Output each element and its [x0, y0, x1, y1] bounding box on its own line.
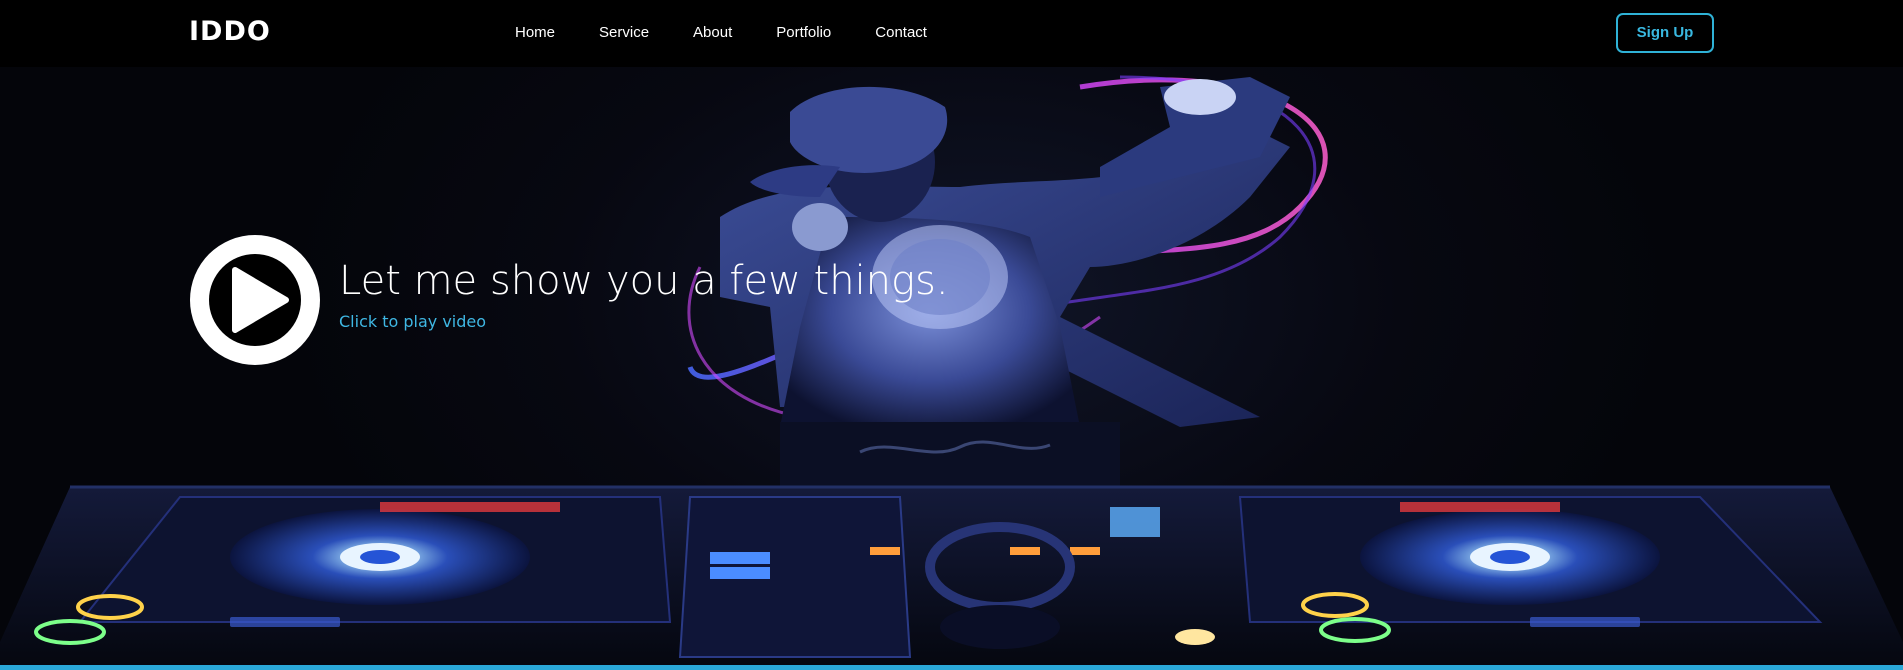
nav-home[interactable]: Home — [515, 24, 555, 41]
logo[interactable]: IDDO — [189, 16, 271, 47]
hero-bottom-border — [0, 665, 1903, 670]
nav-portfolio[interactable]: Portfolio — [776, 24, 831, 41]
nav-service[interactable]: Service — [599, 24, 649, 41]
play-video-link[interactable]: Click to play video — [339, 312, 486, 331]
navbar: IDDO Home Service About Portfolio Contac… — [0, 0, 1903, 67]
page: IDDO Home Service About Portfolio Contac… — [0, 0, 1903, 670]
play-video-button[interactable] — [190, 235, 320, 365]
signup-button[interactable]: Sign Up — [1616, 13, 1714, 53]
nav-about[interactable]: About — [693, 24, 732, 41]
hero-section: Let me show you a few things. Click to p… — [0, 67, 1903, 667]
play-icon — [232, 267, 289, 333]
nav-contact[interactable]: Contact — [875, 24, 927, 41]
hero-background-image — [0, 75, 1903, 667]
nav-links: Home Service About Portfolio Contact — [515, 24, 927, 41]
hero-title: Let me show you a few things. — [339, 258, 949, 304]
